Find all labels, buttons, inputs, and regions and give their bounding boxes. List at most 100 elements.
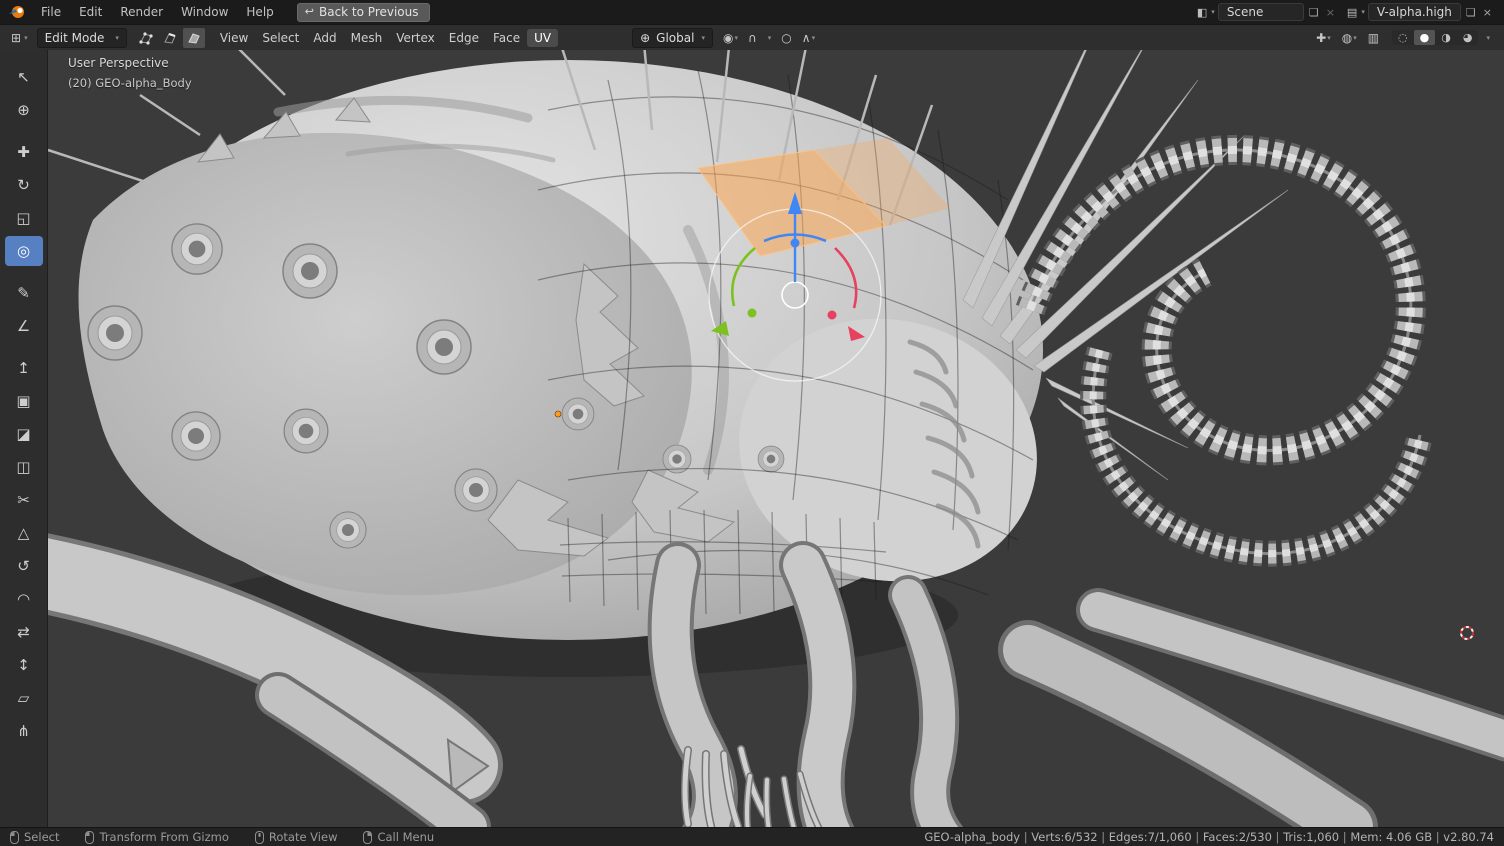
- topbar-right: ◧ ▾ Scene ❏ × ▤ ▾ V-alpha.high ❏ ×: [1197, 3, 1498, 21]
- gizmo-y-handle-dot[interactable]: [748, 309, 757, 318]
- viewport-canvas[interactable]: [48, 50, 1504, 827]
- scene-icon[interactable]: ◧: [1197, 6, 1207, 19]
- snap-settings-button[interactable]: ▾: [763, 28, 776, 48]
- tool-move[interactable]: ✚: [5, 137, 43, 167]
- menu-render[interactable]: Render: [111, 0, 172, 24]
- view-layer-remove-button[interactable]: ×: [1481, 6, 1494, 19]
- proportional-icon: ○: [781, 31, 791, 45]
- view-layer-name-field[interactable]: V-alpha.high: [1368, 3, 1461, 21]
- scene-new-button[interactable]: ❏: [1307, 6, 1321, 19]
- tool-shrink-fatten[interactable]: ↕: [5, 650, 43, 680]
- tool-knife[interactable]: ✂: [5, 485, 43, 515]
- show-gizmo-button[interactable]: ✚▾: [1312, 28, 1335, 48]
- menu-edit[interactable]: Edit: [70, 0, 111, 24]
- mode-caret-icon: ▾: [115, 34, 119, 42]
- shading-settings-button[interactable]: ▾: [1481, 28, 1494, 48]
- shading-solid-button[interactable]: ●: [1414, 30, 1436, 45]
- vertex-select-icon: [139, 31, 153, 45]
- viewport-header: ⊞ ▾ Edit Mode ▾: [0, 24, 1504, 50]
- menu-uv[interactable]: UV: [527, 29, 558, 47]
- tool-shear[interactable]: ▱: [5, 683, 43, 713]
- tool-select-box[interactable]: ↖: [5, 62, 43, 92]
- status-bar: Select Transform From Gizmo Rotate View …: [0, 827, 1504, 846]
- menu-add[interactable]: Add: [306, 29, 343, 47]
- material-sphere-icon: ◑: [1441, 31, 1451, 44]
- blender-logo-icon: [8, 4, 26, 20]
- vertex-select-toggle[interactable]: [135, 28, 157, 48]
- menu-file[interactable]: File: [32, 0, 70, 24]
- pivot-caret-icon: ▾: [734, 34, 738, 42]
- tool-measure[interactable]: ∠: [5, 311, 43, 341]
- tool-poly-build[interactable]: △: [5, 518, 43, 548]
- tool-bevel[interactable]: ◪: [5, 419, 43, 449]
- orientation-icon: ⊕: [640, 31, 650, 45]
- tool-annotate[interactable]: ✎: [5, 278, 43, 308]
- pivot-point-button[interactable]: ◉▾: [719, 28, 742, 48]
- menu-edge[interactable]: Edge: [442, 29, 486, 47]
- overlays-button[interactable]: ◍▾: [1338, 28, 1361, 48]
- view-layer-caret-icon[interactable]: ▾: [1361, 8, 1365, 16]
- shading-material-button[interactable]: ◑: [1435, 30, 1457, 45]
- shading-rendered-button[interactable]: ◕: [1457, 30, 1479, 45]
- proportional-edit-toggle[interactable]: ○: [777, 28, 795, 48]
- gizmo-z-handle-dot[interactable]: [791, 239, 800, 248]
- menu-help[interactable]: Help: [237, 0, 282, 24]
- edge-select-icon: [163, 31, 177, 45]
- viewport-3d[interactable]: User Perspective (20) GEO-alpha_Body: [48, 50, 1504, 827]
- view-layer-new-button[interactable]: ❏: [1464, 6, 1478, 19]
- blender-logo[interactable]: [8, 3, 28, 21]
- gizmo-x-handle-dot[interactable]: [828, 311, 837, 320]
- menu-select[interactable]: Select: [255, 29, 306, 47]
- editor-type-icon: ⊞: [11, 31, 21, 45]
- tool-transform[interactable]: ◎: [5, 236, 43, 266]
- tool-extrude-region[interactable]: ↥: [5, 353, 43, 383]
- tool-edge-slide[interactable]: ⇄: [5, 617, 43, 647]
- orientation-caret-icon: ▾: [701, 34, 705, 42]
- tool-rotate[interactable]: ↻: [5, 170, 43, 200]
- tool-inset-faces[interactable]: ▣: [5, 386, 43, 416]
- menu-face[interactable]: Face: [486, 29, 527, 47]
- xray-toggle[interactable]: ▥: [1364, 28, 1383, 48]
- stat-object-name: GEO-alpha_body: [924, 830, 1020, 844]
- editor-type-caret-icon: ▾: [24, 34, 28, 42]
- edge-select-toggle[interactable]: [159, 28, 181, 48]
- rendered-sphere-icon: ◕: [1463, 31, 1473, 44]
- falloff-dropdown[interactable]: ∧▾: [798, 28, 819, 48]
- face-select-toggle[interactable]: [183, 28, 205, 48]
- tool-rip-region[interactable]: ⋔: [5, 716, 43, 746]
- orientation-dropdown[interactable]: ⊕ Global ▾: [632, 28, 713, 48]
- stat-edges: Edges:7/1,060: [1098, 830, 1192, 844]
- scene-name-field[interactable]: Scene: [1218, 3, 1304, 21]
- back-to-previous-button[interactable]: ↩ Back to Previous: [297, 3, 430, 22]
- scene-unlink-button[interactable]: ×: [1324, 6, 1337, 19]
- overlays-caret-icon: ▾: [1353, 34, 1357, 42]
- stat-memory: Mem: 4.06 GB: [1339, 830, 1432, 844]
- menu-vertex[interactable]: Vertex: [389, 29, 442, 47]
- snap-toggle[interactable]: ∩: [744, 28, 761, 48]
- menu-mesh[interactable]: Mesh: [344, 29, 390, 47]
- gizmo-caret-icon: ▾: [1327, 34, 1331, 42]
- menu-view[interactable]: View: [213, 29, 255, 47]
- falloff-icon: ∧: [802, 31, 811, 45]
- hint-select: Select: [10, 830, 59, 844]
- hint-call-menu: Call Menu: [363, 830, 434, 844]
- scene-caret-icon[interactable]: ▾: [1211, 8, 1215, 16]
- editor-type-button[interactable]: ⊞ ▾: [6, 31, 33, 45]
- tool-smooth[interactable]: ◠: [5, 584, 43, 614]
- menu-window[interactable]: Window: [172, 0, 237, 24]
- stat-verts: Verts:6/532: [1020, 830, 1097, 844]
- tool-scale[interactable]: ◱: [5, 203, 43, 233]
- hint-transform-label: Transform From Gizmo: [99, 830, 228, 844]
- mode-dropdown[interactable]: Edit Mode ▾: [37, 28, 127, 48]
- mode-label: Edit Mode: [45, 31, 105, 45]
- tool-cursor[interactable]: ⊕: [5, 95, 43, 125]
- active-vertex-dot[interactable]: [555, 411, 561, 417]
- view-layer-icon[interactable]: ▤: [1347, 6, 1357, 19]
- select-mode-toggles: [135, 28, 205, 48]
- tool-shelf: ↖ ⊕ ✚ ↻ ◱ ◎ ✎ ∠ ↥ ▣ ◪ ◫ ✂ △ ↺ ◠ ⇄ ↕ ▱ ⋔: [0, 50, 48, 827]
- hint-menu-label: Call Menu: [377, 830, 434, 844]
- tool-loop-cut[interactable]: ◫: [5, 452, 43, 482]
- hint-transform-gizmo: Transform From Gizmo: [85, 830, 228, 844]
- tool-spin[interactable]: ↺: [5, 551, 43, 581]
- shading-wireframe-button[interactable]: ◌: [1392, 30, 1414, 45]
